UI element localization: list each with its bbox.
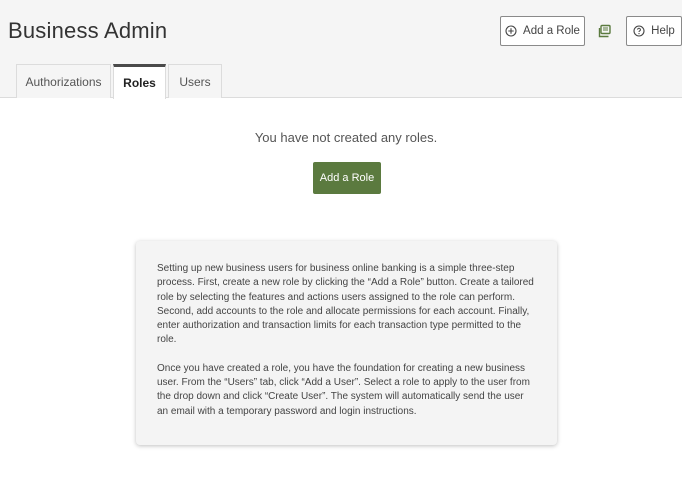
empty-roles-message: You have not created any roles.	[254, 130, 438, 145]
tab-authorizations[interactable]: Authorizations	[16, 64, 111, 98]
help-label: Help	[651, 25, 675, 37]
print-icon[interactable]	[598, 24, 612, 38]
info-box: Setting up new business users for busine…	[136, 241, 557, 445]
info-paragraph-2: Once you have created a role, you have t…	[157, 362, 530, 417]
add-role-header-button[interactable]: Add a Role	[500, 16, 585, 46]
add-role-button[interactable]: Add a Role	[313, 162, 381, 194]
info-paragraph-1: Setting up new business users for busine…	[157, 263, 534, 346]
question-circle-icon	[633, 25, 645, 37]
help-button[interactable]: Help	[626, 16, 682, 46]
tab-roles[interactable]: Roles	[113, 64, 166, 99]
tab-users[interactable]: Users	[168, 64, 222, 98]
page-title: Business Admin	[8, 18, 168, 43]
add-role-header-label: Add a Role	[523, 25, 580, 37]
plus-circle-icon	[505, 25, 517, 37]
